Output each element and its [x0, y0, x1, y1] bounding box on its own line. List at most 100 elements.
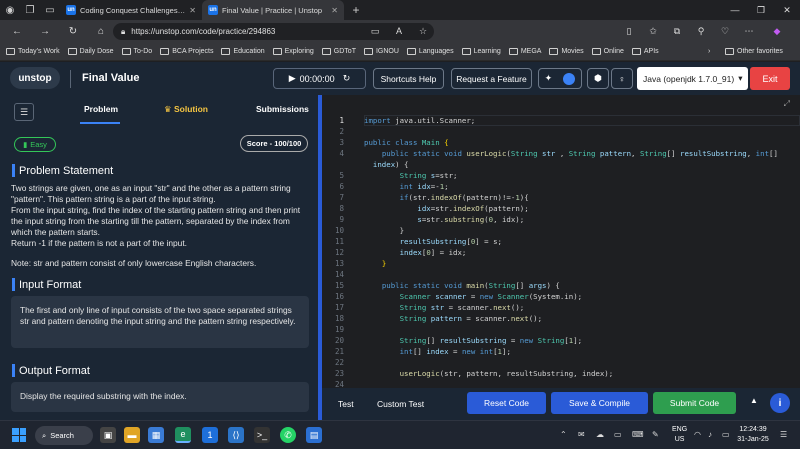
bookmark-item[interactable]: APIs — [631, 48, 659, 55]
unstop-logo[interactable]: unstop — [10, 67, 60, 89]
taskbar-search[interactable]: ⌕ Search — [35, 426, 93, 445]
bookmark-item[interactable]: Exploring — [272, 48, 314, 55]
code-line[interactable]: userLogic(str, pattern, resultSubstring,… — [364, 369, 614, 378]
mail-icon[interactable]: ✉ — [578, 430, 585, 439]
request-feature-button[interactable]: Request a Feature — [451, 68, 532, 89]
info-button[interactable]: i — [770, 393, 790, 413]
file-explorer-icon[interactable]: ▬ — [124, 427, 140, 443]
bulb-icon[interactable]: ♀ — [611, 68, 633, 89]
code-line[interactable]: index[0] = idx; — [364, 248, 467, 257]
code-line[interactable]: String[] resultSubstring = new String[1]… — [364, 336, 583, 345]
bookmark-item[interactable]: Daily Dose — [67, 48, 114, 55]
close-tab-icon[interactable]: ✕ — [331, 6, 338, 15]
notepad-icon[interactable]: ▤ — [306, 427, 322, 443]
clock[interactable]: 12:24:39 31-Jan-25 — [735, 425, 771, 445]
code-line[interactable]: public class Main { — [364, 138, 449, 147]
settings-icon[interactable]: ⬢ — [587, 68, 609, 89]
cloud-icon[interactable]: ☁ — [596, 430, 604, 439]
bookmark-item[interactable]: Languages — [406, 48, 454, 55]
whatsapp-icon[interactable]: ✆ — [280, 427, 296, 443]
custom-test-tab[interactable]: Custom Test — [377, 399, 424, 409]
code-line[interactable]: } — [364, 259, 386, 268]
bookmark-item[interactable]: Today's Work — [6, 48, 60, 55]
bookmarks-overflow-icon[interactable]: › — [708, 48, 710, 55]
language-select[interactable]: Java (openjdk 1.7.0_91) ▾ — [637, 67, 748, 90]
code-editor[interactable]: ⤢ 1 2 3 4 5 6 7 8 9 10 11 12 13 14 15 16 17 18 19 20 21 22 23 2… — [322, 95, 800, 389]
code-line[interactable]: import java.util.Scanner; — [364, 116, 475, 125]
bookmark-item[interactable]: GDToT — [321, 48, 356, 55]
keyboard-icon[interactable]: ⌨ — [632, 430, 644, 439]
new-tab-button[interactable]: + — [344, 0, 368, 20]
home-icon[interactable]: ⌂ — [92, 23, 110, 41]
tab-solution[interactable]: ♛ Solution — [164, 104, 208, 115]
exit-button[interactable]: Exit — [750, 67, 790, 90]
code-line[interactable]: String pattern = scanner.next(); — [364, 314, 542, 323]
chevron-up-icon[interactable]: ▲ — [750, 396, 758, 405]
wifi-icon[interactable]: ◠ — [694, 430, 701, 439]
shortcuts-help-button[interactable]: Shortcuts Help — [373, 68, 444, 89]
reset-code-button[interactable]: Reset Code — [467, 392, 546, 414]
vscode-icon[interactable]: ⟨⟩ — [228, 427, 244, 443]
bookmark-item[interactable]: Online — [591, 48, 624, 55]
code-line[interactable]: String str = scanner.next(); — [364, 303, 525, 312]
read-aloud-icon[interactable]: A — [390, 22, 408, 40]
maximize-icon[interactable]: ❐ — [748, 0, 774, 20]
reload-icon[interactable]: ↻ — [64, 23, 82, 41]
code-line[interactable]: String s=str; — [364, 171, 458, 180]
profile-icon[interactable]: ◉ — [0, 0, 20, 20]
battery-icon[interactable]: ▭ — [722, 430, 730, 439]
test-tab[interactable]: Test — [338, 399, 354, 409]
code-line[interactable]: int idx=-1; — [364, 182, 449, 191]
tab-actions-icon[interactable]: ▭ — [40, 0, 60, 20]
code-line[interactable]: index) { — [364, 160, 409, 169]
terminal-icon[interactable]: >_ — [254, 427, 270, 443]
code-line[interactable]: public static void userLogic(String str … — [364, 149, 778, 158]
expand-icon[interactable]: ⤢ — [784, 99, 790, 109]
submit-code-button[interactable]: Submit Code — [653, 392, 736, 414]
tab-problem[interactable]: Problem — [84, 104, 118, 114]
workspaces-icon[interactable]: ❐ — [20, 0, 40, 20]
url-field[interactable]: 🔒︎ https://unstop.com/code/practice/2948… — [113, 23, 434, 40]
screen-icon[interactable]: ▭ — [614, 430, 622, 439]
tray-chevron-icon[interactable]: ⌃ — [560, 430, 567, 439]
windows-start-icon[interactable] — [12, 428, 26, 442]
bookmark-item[interactable]: To-Do — [121, 48, 152, 55]
favorite-star-icon[interactable]: ☆ — [414, 22, 432, 40]
code-line[interactable]: resultSubstring[0] = s; — [364, 237, 502, 246]
task-view-icon[interactable]: ▣ — [100, 427, 116, 443]
timer-button[interactable]: ▶ 00:00:00 ↻ — [273, 68, 366, 89]
code-line[interactable]: idx=str.indexOf(pattern); — [364, 204, 528, 213]
theme-toggle[interactable]: ✦ — [538, 68, 582, 89]
close-window-icon[interactable]: ✕ — [774, 0, 800, 20]
menu-icon[interactable]: ☰ — [14, 103, 34, 121]
bookmark-item[interactable]: Movies — [549, 48, 584, 55]
split-screen-icon[interactable]: ▯ — [620, 22, 638, 40]
reset-timer-icon[interactable]: ↻ — [343, 73, 351, 84]
store-icon[interactable]: ▦ — [148, 427, 164, 443]
close-tab-icon[interactable]: ✕ — [189, 6, 196, 15]
back-arrow-icon[interactable]: ← — [8, 23, 26, 41]
browser-tab-1[interactable]: un Coding Conquest Challenges | Le ✕ — [60, 0, 202, 20]
edge-icon[interactable]: e — [175, 427, 191, 443]
code-line[interactable]: s=str.substring(0, idx); — [364, 215, 524, 224]
settings-more-icon[interactable]: ♡ — [716, 22, 734, 40]
screen-icon[interactable]: ▭ — [366, 22, 384, 40]
more-icon[interactable]: ⋯ — [740, 22, 758, 40]
collections-icon[interactable]: ⧉ — [668, 22, 686, 40]
notifications-icon[interactable]: ☰ — [780, 430, 787, 439]
forward-arrow-icon[interactable]: → — [36, 23, 54, 41]
tab-submissions[interactable]: Submissions — [256, 104, 309, 114]
code-line[interactable]: if(str.indexOf(pattern)!=-1){ — [364, 193, 529, 202]
app-badge-icon[interactable]: 1 — [202, 427, 218, 443]
code-line[interactable]: Scanner scanner = new Scanner(System.in)… — [364, 292, 583, 301]
other-favorites[interactable]: Other favorites — [725, 48, 783, 55]
language-indicator[interactable]: ENG US — [672, 425, 687, 445]
volume-icon[interactable]: ♪ — [708, 430, 712, 439]
extensions-icon[interactable]: ⚲ — [692, 22, 710, 40]
code-line[interactable]: } — [364, 226, 404, 235]
copilot-icon[interactable]: ◆ — [768, 22, 786, 40]
minimize-icon[interactable]: — — [722, 0, 748, 20]
browser-tab-2[interactable]: un Final Value | Practice | Unstop ✕ — [202, 0, 344, 20]
favorites-icon[interactable]: ✩ — [644, 22, 662, 40]
bookmark-item[interactable]: Education — [221, 48, 265, 55]
